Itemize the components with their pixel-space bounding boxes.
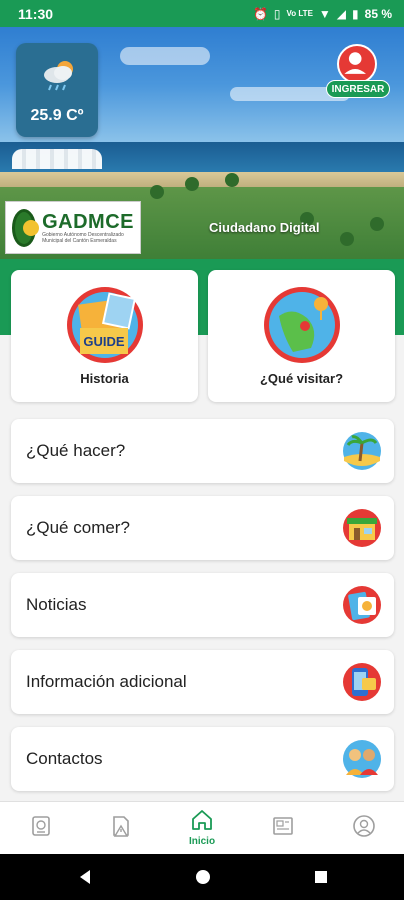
beach-palm-icon — [343, 432, 381, 470]
menu-item-label: Noticias — [26, 595, 87, 614]
status-icons: ⏰ ▯ Vo LTE ▼ ◢ ▮ 85 % — [253, 7, 392, 21]
bottom-navigation: Inicio — [0, 801, 404, 854]
menu-item-label: Contactos — [26, 749, 103, 768]
menu-item-label: ¿Qué hacer? — [26, 441, 126, 460]
recents-icon[interactable] — [312, 868, 330, 886]
document-alert-icon — [113, 816, 129, 837]
signal-icon: ◢ — [336, 6, 347, 21]
news-icon — [343, 586, 381, 624]
login-label: INGRESAR — [326, 80, 390, 98]
status-time: 11:30 — [18, 5, 54, 22]
que-visitar-card[interactable]: ¿Qué visitar? — [208, 270, 395, 402]
que-visitar-label: ¿Qué visitar? — [259, 371, 344, 386]
status-bar: 11:30 ⏰ ▯ Vo LTE ▼ ◢ ▮ 85 % — [0, 0, 404, 27]
logo-subtitle: Gobierno Autónomo Descentralizado Munici… — [42, 231, 124, 244]
menu-item-que-comer[interactable]: ¿Qué comer? — [11, 496, 394, 560]
battery-icon: ▮ — [352, 6, 359, 21]
user-avatar-icon — [337, 44, 377, 84]
svg-text:GUIDE: GUIDE — [83, 334, 125, 349]
nav-reports[interactable] — [96, 802, 146, 855]
alarm-icon: ⏰ — [252, 6, 268, 21]
nav-home-label: Inicio — [188, 836, 216, 847]
login-button[interactable]: INGRESAR — [326, 44, 390, 100]
gadmce-logo: GADMCE Gobierno Autónomo Descentralizado… — [5, 201, 141, 254]
menu-item-label: Información adicional — [26, 672, 187, 691]
vibrate-icon: ▯ — [273, 6, 281, 21]
restaurant-icon — [343, 509, 381, 547]
nav-news[interactable] — [258, 802, 308, 855]
home-icon — [192, 810, 212, 830]
network-label: Vo LTE — [286, 8, 313, 18]
menu-item-noticias[interactable]: Noticias — [11, 573, 394, 637]
menu-item-informacion-adicional[interactable]: Información adicional — [11, 650, 394, 714]
nav-passport[interactable] — [16, 802, 66, 855]
cloudy-rain-icon — [44, 61, 73, 91]
app-subtitle: Ciudadano Digital — [209, 220, 320, 235]
historia-card[interactable]: GUIDE Historia — [11, 270, 198, 402]
guide-book-icon: GUIDE — [67, 287, 143, 363]
menu-item-contactos[interactable]: Contactos — [11, 727, 394, 791]
home-button-icon[interactable] — [194, 868, 212, 886]
menu-item-label: ¿Qué comer? — [26, 518, 130, 537]
profile-icon — [353, 815, 375, 837]
historia-label: Historia — [80, 371, 129, 386]
logo-name: GADMCE — [42, 210, 134, 233]
temperature-value: 25.9 Cº — [30, 107, 84, 124]
battery-level: 85 % — [364, 6, 392, 21]
municipal-seal-icon — [12, 208, 40, 247]
nav-home[interactable]: Inicio — [177, 802, 227, 855]
wifi-icon: ▼ — [318, 6, 331, 21]
map-pin-icon — [264, 287, 340, 363]
newspaper-icon — [273, 817, 293, 835]
info-phone-icon — [343, 663, 381, 701]
passport-icon — [32, 816, 50, 836]
system-navigation-bar — [0, 854, 404, 900]
nav-profile[interactable] — [339, 802, 389, 855]
contacts-icon — [343, 740, 381, 778]
weather-widget[interactable]: 25.9 Cº — [16, 43, 98, 137]
back-icon[interactable] — [76, 868, 94, 886]
menu-item-que-hacer[interactable]: ¿Qué hacer? — [11, 419, 394, 483]
